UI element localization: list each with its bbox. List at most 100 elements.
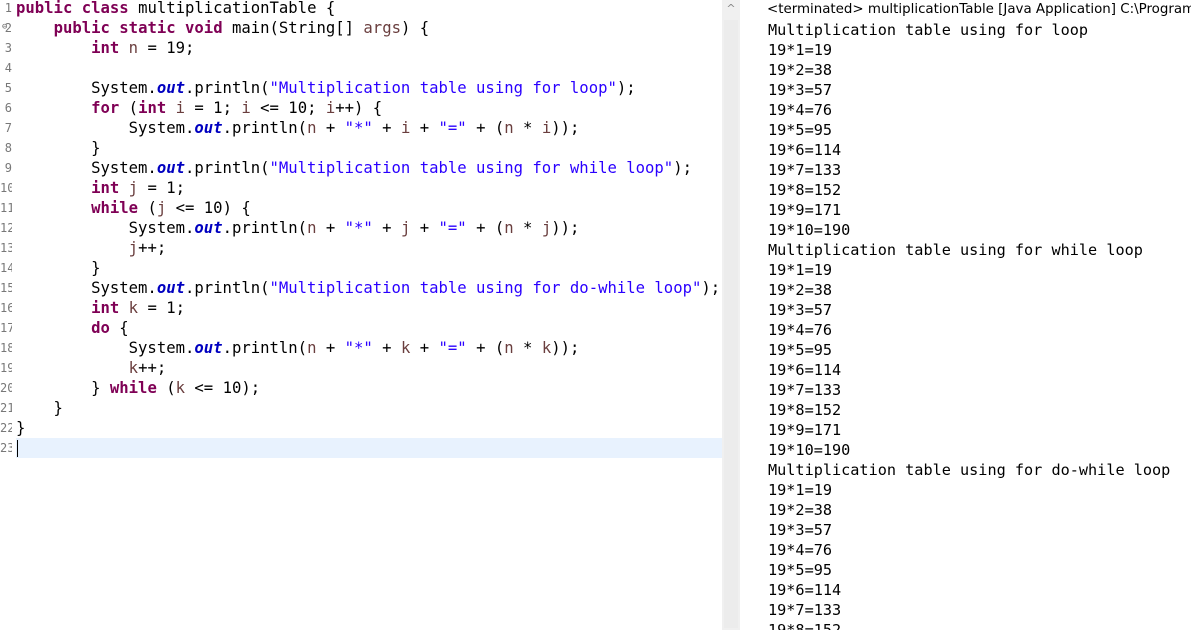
code-line[interactable]: int n = 19;: [16, 38, 722, 58]
string-token: "Multiplication table using for while lo…: [269, 159, 674, 177]
line-number: 14: [0, 261, 12, 275]
code-line[interactable]: System.out.println(n + "*" + k + "=" + (…: [16, 338, 722, 358]
variable-token: i: [400, 119, 411, 137]
code-line[interactable]: } while (k <= 10);: [16, 378, 722, 398]
code-line[interactable]: [16, 438, 722, 458]
code-line[interactable]: do {: [16, 318, 722, 338]
editor-vertical-scrollbar[interactable]: ^: [722, 0, 760, 630]
code-token: = 1;: [185, 99, 242, 117]
field-token: out: [194, 339, 223, 357]
console-line: 19*1=19: [768, 41, 833, 59]
variable-token: j: [541, 219, 552, 237]
line-number: 18: [0, 341, 12, 355]
code-token: = 1;: [138, 179, 186, 197]
string-token: "*": [344, 119, 373, 137]
line-number: 9: [4, 161, 12, 175]
variable-token: k: [400, 339, 411, 357]
field-token: out: [156, 279, 185, 297]
code-token: System.: [16, 219, 195, 237]
console-line: 19*2=38: [768, 61, 833, 79]
code-token: }: [16, 139, 101, 157]
keyword-token: int: [91, 299, 120, 317]
code-line[interactable]: }: [16, 258, 722, 278]
code-token: +: [372, 119, 401, 137]
code-line[interactable]: int j = 1;: [16, 178, 722, 198]
console-line: 19*6=114: [768, 141, 842, 159]
code-token: System.: [16, 159, 157, 177]
code-line[interactable]: }: [16, 418, 722, 438]
code-token: (: [156, 379, 176, 397]
code-editor[interactable]: 1 2 ⊖ 3 4 5 6 7 8 9 10 11 12 13 14 15 16 17 18 19 20 21 22 23 p…: [0, 0, 722, 630]
code-token: );: [616, 79, 636, 97]
console-line: 19*5=95: [768, 561, 833, 579]
code-line[interactable]: System.out.println("Multiplication table…: [16, 278, 722, 298]
console-line: 19*7=133: [768, 161, 842, 179]
code-token: <= 10;: [250, 99, 326, 117]
string-token: "Multiplication table using for do-while…: [269, 279, 702, 297]
code-line[interactable]: k++;: [16, 358, 722, 378]
field-token: out: [156, 79, 185, 97]
code-token: + (: [466, 119, 505, 137]
code-line[interactable]: public static void main(String[] args) {: [16, 18, 722, 38]
console-line: 19*7=133: [768, 601, 842, 619]
variable-token: k: [175, 379, 186, 397]
code-line[interactable]: for (int i = 1; i <= 10; i++) {: [16, 98, 722, 118]
code-token: +: [410, 339, 439, 357]
code-line[interactable]: int k = 1;: [16, 298, 722, 318]
code-token: *: [513, 219, 542, 237]
code-line[interactable]: }: [16, 138, 722, 158]
code-line[interactable]: [16, 58, 722, 78]
chevron-up-icon[interactable]: ^: [722, 0, 740, 18]
code-line[interactable]: while (j <= 10) {: [16, 198, 722, 218]
code-line[interactable]: System.out.println(n + "*" + j + "=" + (…: [16, 218, 722, 238]
code-area[interactable]: public class multiplicationTable { publi…: [16, 0, 722, 458]
code-token: <= 10) {: [166, 199, 251, 217]
code-line[interactable]: System.out.println("Multiplication table…: [16, 78, 722, 98]
code-token: ++) {: [335, 99, 383, 117]
variable-token: j: [128, 239, 139, 257]
line-number: 4: [4, 61, 12, 75]
string-token: "=": [438, 119, 467, 137]
line-number: 11: [0, 201, 12, 215]
console-line: 19*7=133: [768, 381, 842, 399]
line-number: 16: [0, 301, 12, 315]
field-token: out: [194, 219, 223, 237]
code-token: +: [410, 119, 439, 137]
keyword-token: while: [109, 379, 157, 397]
string-token: "=": [438, 219, 467, 237]
code-token: + (: [466, 219, 505, 237]
code-token: ) {: [400, 19, 430, 37]
console-line: 19*9=171: [768, 201, 842, 219]
code-token: );: [673, 159, 692, 177]
console-line: 19*6=114: [768, 361, 842, 379]
console-view[interactable]: <terminated> multiplicationTable [Java A…: [760, 0, 1191, 630]
variable-token: n: [128, 39, 139, 57]
variable-token: j: [400, 219, 411, 237]
variable-token: args: [363, 19, 401, 37]
line-number: 1: [4, 1, 12, 15]
code-line[interactable]: }: [16, 398, 722, 418]
code-token: + (: [466, 339, 505, 357]
code-line[interactable]: System.out.println("Multiplication table…: [16, 158, 722, 178]
variable-token: j: [128, 179, 139, 197]
line-number: 3: [4, 41, 12, 55]
code-line[interactable]: j++;: [16, 238, 722, 258]
code-line[interactable]: System.out.println(n + "*" + i + "=" + (…: [16, 118, 722, 138]
code-token: +: [316, 219, 345, 237]
line-number: 7: [4, 121, 12, 135]
variable-token: k: [128, 299, 139, 317]
line-number: 23: [0, 441, 12, 455]
console-line: 19*8=152: [768, 181, 842, 199]
code-token: *: [513, 339, 542, 357]
code-line[interactable]: public class multiplicationTable {: [16, 0, 722, 18]
fold-toggle-icon[interactable]: ⊖: [2, 22, 7, 32]
line-number: 20: [0, 381, 12, 395]
code-token: = 1;: [138, 299, 186, 317]
scroll-thumb[interactable]: [724, 20, 738, 628]
code-token: System.: [16, 119, 195, 137]
